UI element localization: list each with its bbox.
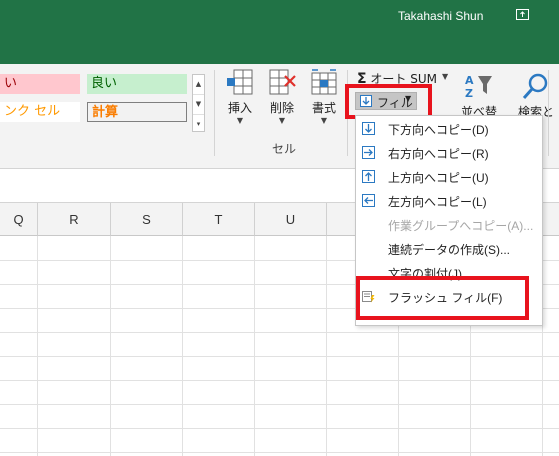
group-separator xyxy=(548,70,549,156)
flash-fill-highlight xyxy=(356,276,529,320)
grid-line xyxy=(182,236,183,456)
menu-item-copy-right[interactable]: 右方向へコピー(R) xyxy=(356,141,542,165)
chevron-down-icon: ▼ xyxy=(236,116,244,125)
sort-filter-icon: A Z xyxy=(465,74,492,100)
find-select-button[interactable]: 検索と xyxy=(513,72,559,120)
menu-item-label: 右方向へコピー(R) xyxy=(388,147,489,161)
chevron-down-icon[interactable]: ▼ xyxy=(442,72,448,81)
chevron-down-icon: ▼ xyxy=(278,116,286,125)
grid-line xyxy=(0,332,559,333)
fill-button-highlight xyxy=(345,84,432,119)
delete-cells-icon xyxy=(269,69,296,95)
style-calculation[interactable]: 計算 xyxy=(87,102,187,122)
style-good[interactable]: 良い xyxy=(87,74,187,94)
gallery-scroll[interactable]: ▲ ▼ ▾ xyxy=(192,74,205,132)
grid-line xyxy=(0,380,559,381)
menu-item-series[interactable]: 連続データの作成(S)... xyxy=(356,237,542,261)
style-linked-cell[interactable]: ンク セル xyxy=(0,102,80,122)
grid-line xyxy=(0,404,559,405)
column-header[interactable]: T xyxy=(183,203,255,236)
grid-line xyxy=(0,428,559,429)
grid-line xyxy=(326,236,327,456)
format-cells-icon xyxy=(311,69,337,95)
menu-item-label: 作業グループへコピー(A)... xyxy=(388,219,534,233)
chevron-down-icon: ▼ xyxy=(320,116,328,125)
delete-label: 削除 xyxy=(269,101,294,115)
share-icon[interactable] xyxy=(516,9,529,20)
chevron-up-icon[interactable]: ▲ xyxy=(193,75,204,95)
user-name[interactable]: Takahashi Shun xyxy=(398,9,483,23)
format-label: 書式 xyxy=(311,101,336,115)
column-header[interactable]: R xyxy=(38,203,111,236)
grid-line xyxy=(110,236,111,456)
magnifier-icon xyxy=(522,73,548,99)
gallery-more-icon[interactable]: ▾ xyxy=(193,115,204,134)
grid-line xyxy=(37,236,38,456)
column-header[interactable]: S xyxy=(111,203,183,236)
arrow-left-icon xyxy=(362,194,375,207)
menu-item-label: 上方向へコピー(U) xyxy=(388,171,489,185)
cells-group-label: セル xyxy=(272,142,297,156)
column-header[interactable]: U xyxy=(255,203,327,236)
grid-line xyxy=(0,356,559,357)
insert-cells-icon xyxy=(227,69,253,95)
svg-text:Z: Z xyxy=(465,87,473,100)
insert-button[interactable]: 挿入 ▼ xyxy=(220,68,260,130)
cell-styles-gallery: い 良い ンク セル 計算 xyxy=(0,74,192,126)
menu-item-copy-left[interactable]: 左方向へコピー(L) xyxy=(356,189,542,213)
menu-item-copy-up[interactable]: 上方向へコピー(U) xyxy=(356,165,542,189)
style-bad[interactable]: い xyxy=(0,74,80,94)
grid-line xyxy=(254,236,255,456)
menu-item-label: 下方向へコピー(D) xyxy=(388,123,489,137)
insert-label: 挿入 xyxy=(227,101,252,115)
column-header[interactable]: Q xyxy=(0,203,38,236)
menu-item-copy-to-group: 作業グループへコピー(A)... xyxy=(356,213,542,237)
arrow-down-icon xyxy=(362,122,375,135)
arrow-right-icon xyxy=(362,146,375,159)
title-bar: Takahashi Shun xyxy=(0,0,559,64)
menu-item-label: 連続データの作成(S)... xyxy=(388,243,510,257)
menu-item-copy-down[interactable]: 下方向へコピー(D) xyxy=(356,117,542,141)
delete-button[interactable]: 削除 ▼ xyxy=(262,68,302,130)
chevron-down-icon[interactable]: ▼ xyxy=(193,95,204,115)
group-separator xyxy=(214,70,215,156)
svg-text:A: A xyxy=(465,74,474,87)
arrow-up-icon xyxy=(362,170,375,183)
format-button[interactable]: 書式 ▼ xyxy=(304,68,344,130)
menu-item-label: 左方向へコピー(L) xyxy=(388,195,487,209)
grid-line xyxy=(0,452,559,453)
